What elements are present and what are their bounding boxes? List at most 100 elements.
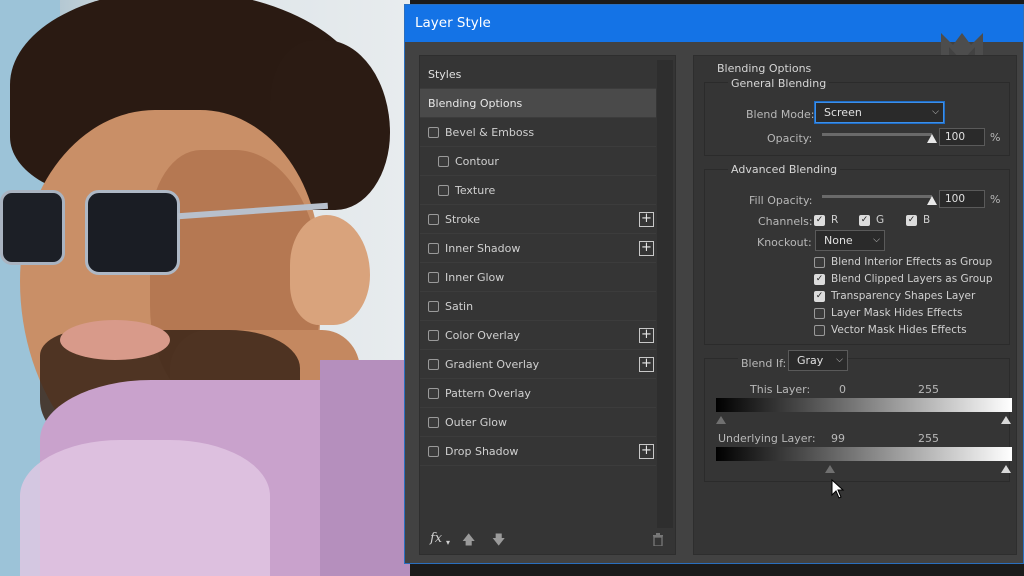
add-effect-plus-icon[interactable]: + bbox=[639, 328, 654, 343]
bevel-emboss-checkbox[interactable] bbox=[428, 126, 439, 138]
blend-if-group bbox=[704, 358, 1010, 482]
add-effect-plus-icon[interactable]: + bbox=[639, 444, 654, 459]
knockout-value: None bbox=[824, 234, 853, 247]
blending-options-title: Blending Options bbox=[717, 62, 812, 75]
add-effect-plus-icon[interactable]: + bbox=[639, 212, 654, 227]
layer-style-dialog: Layer Style Styles Blending Options Bevel… bbox=[404, 4, 1024, 564]
style-item-label: Contour bbox=[455, 154, 499, 168]
style-item-label: Bevel & Emboss bbox=[445, 125, 535, 139]
style-item-color-overlay[interactable]: Color Overlay + bbox=[420, 321, 656, 350]
this-layer-black-slider[interactable] bbox=[716, 416, 726, 424]
knockout-select[interactable]: None ⌵ bbox=[815, 230, 885, 251]
blend-mode-label: Blend Mode: bbox=[746, 108, 815, 121]
add-effect-plus-icon[interactable]: + bbox=[639, 241, 654, 256]
outer-glow-checkbox[interactable] bbox=[428, 416, 439, 428]
chevron-down-icon: ⌵ bbox=[873, 235, 880, 245]
transparency-shapes-layer-checkbox[interactable]: ✓ Transparency Shapes Layer bbox=[814, 290, 975, 302]
stroke-checkbox[interactable] bbox=[428, 213, 439, 225]
style-item-outer-glow[interactable]: Outer Glow bbox=[420, 408, 656, 437]
dialog-title: Layer Style bbox=[405, 5, 1023, 42]
trash-icon[interactable] bbox=[652, 533, 664, 546]
style-item-blending-options[interactable]: Blending Options bbox=[420, 89, 656, 118]
move-down-icon[interactable]: 🡇 bbox=[492, 531, 505, 553]
layer-mask-hides-effects-checkbox[interactable]: Layer Mask Hides Effects bbox=[814, 307, 962, 319]
style-item-label: Color Overlay bbox=[445, 328, 520, 342]
style-item-gradient-overlay[interactable]: Gradient Overlay + bbox=[420, 350, 656, 379]
channel-r-checkbox[interactable]: ✓ R bbox=[814, 214, 838, 226]
style-item-pattern-overlay[interactable]: Pattern Overlay bbox=[420, 379, 656, 408]
fill-opacity-input[interactable]: 100 bbox=[939, 190, 985, 208]
this-layer-low-value: 0 bbox=[839, 383, 846, 396]
vector-mask-hides-effects-checkbox[interactable]: Vector Mask Hides Effects bbox=[814, 324, 967, 336]
move-up-icon[interactable]: 🡅 bbox=[462, 531, 475, 553]
checkmark-icon: ✓ bbox=[814, 290, 825, 302]
fill-opacity-slider-thumb[interactable] bbox=[927, 196, 937, 205]
this-layer-high-value: 255 bbox=[918, 383, 939, 396]
style-item-inner-glow[interactable]: Inner Glow bbox=[420, 263, 656, 292]
blend-clipped-layers-as-group-checkbox[interactable]: ✓ Blend Clipped Layers as Group bbox=[814, 273, 993, 285]
color-overlay-checkbox[interactable] bbox=[428, 329, 439, 341]
checkbox-box bbox=[814, 307, 825, 319]
texture-checkbox[interactable] bbox=[438, 184, 449, 196]
style-item-drop-shadow[interactable]: Drop Shadow + bbox=[420, 437, 656, 466]
checkbox-label: Blend Interior Effects as Group bbox=[831, 256, 993, 268]
style-item-label: Satin bbox=[445, 299, 474, 313]
checkbox-box bbox=[814, 256, 825, 268]
style-item-label: Stroke bbox=[445, 212, 481, 226]
inner-glow-checkbox[interactable] bbox=[428, 271, 439, 283]
styles-footer: fx ▾ 🡅 🡇 bbox=[420, 524, 675, 554]
channel-g-checkbox[interactable]: ✓ G bbox=[859, 214, 884, 226]
checkbox-label: Vector Mask Hides Effects bbox=[831, 324, 967, 336]
drop-shadow-checkbox[interactable] bbox=[428, 445, 439, 457]
gradient-overlay-checkbox[interactable] bbox=[428, 358, 439, 370]
blend-if-label: Blend If: bbox=[738, 357, 790, 370]
underlying-layer-white-slider[interactable] bbox=[1001, 465, 1011, 473]
this-layer-gradient bbox=[716, 398, 1012, 412]
portrait-photo bbox=[0, 0, 410, 576]
underlying-layer-black-slider[interactable] bbox=[825, 465, 835, 473]
channel-b-checkbox[interactable]: ✓ B bbox=[906, 214, 930, 226]
style-item-stroke[interactable]: Stroke + bbox=[420, 205, 656, 234]
pattern-overlay-checkbox[interactable] bbox=[428, 387, 439, 399]
advanced-blending-title: Advanced Blending bbox=[728, 163, 841, 176]
general-blending-title: General Blending bbox=[728, 77, 830, 90]
style-item-label: Inner Shadow bbox=[445, 241, 521, 255]
styles-header[interactable]: Styles bbox=[420, 60, 656, 89]
style-item-label: Gradient Overlay bbox=[445, 357, 540, 371]
add-effect-plus-icon[interactable]: + bbox=[639, 357, 654, 372]
channel-g-label: G bbox=[876, 214, 885, 226]
blend-mode-select[interactable]: Screen ⌵ bbox=[815, 102, 944, 123]
blend-if-select[interactable]: Gray ⌵ bbox=[788, 350, 848, 371]
this-layer-label: This Layer: bbox=[750, 383, 811, 396]
style-item-label: Outer Glow bbox=[445, 415, 508, 429]
checkmark-icon: ✓ bbox=[906, 214, 917, 226]
style-item-contour[interactable]: Contour bbox=[420, 147, 656, 176]
style-item-label: Pattern Overlay bbox=[445, 386, 531, 400]
style-item-label: Inner Glow bbox=[445, 270, 505, 284]
underlying-layer-label: Underlying Layer: bbox=[718, 432, 816, 445]
fx-button[interactable]: fx bbox=[430, 531, 442, 546]
style-item-inner-shadow[interactable]: Inner Shadow + bbox=[420, 234, 656, 263]
checkbox-label: Blend Clipped Layers as Group bbox=[831, 273, 993, 285]
opacity-input[interactable]: 100 bbox=[939, 128, 985, 146]
style-item-texture[interactable]: Texture bbox=[420, 176, 656, 205]
opacity-slider-thumb[interactable] bbox=[927, 134, 937, 143]
underlying-layer-gradient bbox=[716, 447, 1012, 461]
fill-opacity-slider[interactable] bbox=[822, 195, 932, 198]
blend-interior-effects-as-group-checkbox[interactable]: Blend Interior Effects as Group bbox=[814, 256, 992, 268]
checkmark-icon: ✓ bbox=[814, 214, 825, 226]
mouse-pointer-icon bbox=[831, 479, 845, 499]
styles-scrollbar[interactable] bbox=[657, 60, 673, 528]
inner-shadow-checkbox[interactable] bbox=[428, 242, 439, 254]
opacity-percent: % bbox=[990, 131, 1001, 144]
satin-checkbox[interactable] bbox=[428, 300, 439, 312]
opacity-slider[interactable] bbox=[822, 133, 932, 136]
this-layer-white-slider[interactable] bbox=[1001, 416, 1011, 424]
blend-mode-value: Screen bbox=[824, 106, 862, 119]
style-item-bevel-emboss[interactable]: Bevel & Emboss bbox=[420, 118, 656, 147]
style-item-satin[interactable]: Satin bbox=[420, 292, 656, 321]
styles-list: Styles Blending Options Bevel & Emboss Con… bbox=[420, 60, 656, 466]
channels-label: Channels: bbox=[758, 215, 813, 228]
fx-dropdown-icon[interactable]: ▾ bbox=[446, 538, 450, 547]
contour-checkbox[interactable] bbox=[438, 155, 449, 167]
